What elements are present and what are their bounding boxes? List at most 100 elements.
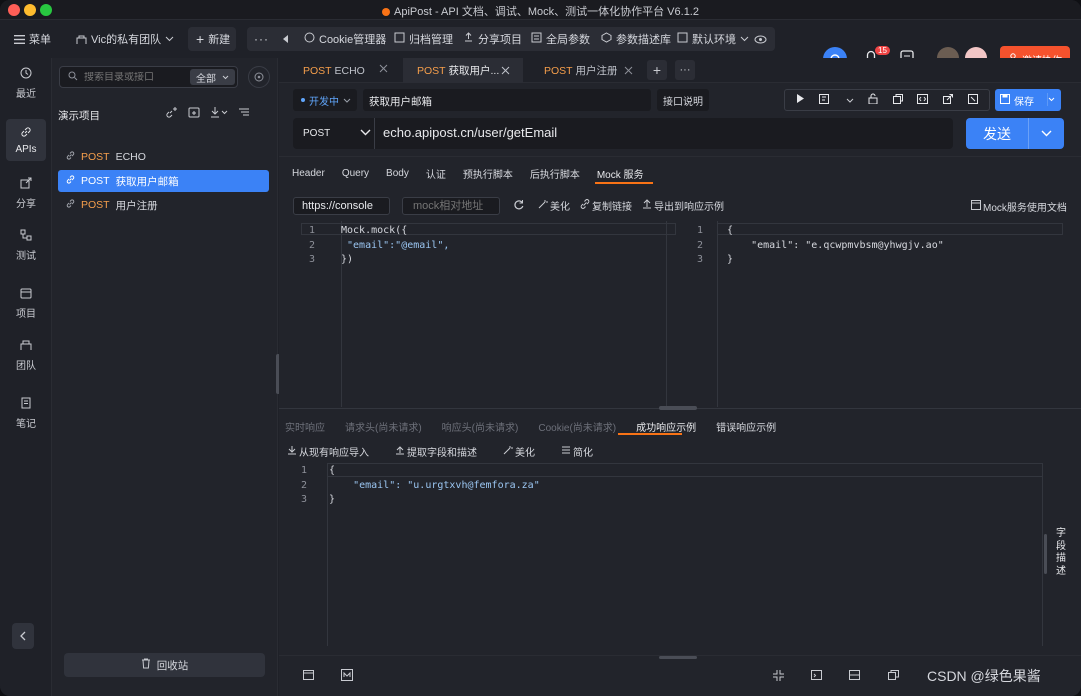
nav-project[interactable]: 项目 — [6, 282, 46, 324]
filter-dropdown[interactable]: 全部 — [190, 69, 235, 85]
nav-apis[interactable]: APIs — [6, 119, 46, 161]
add-api-icon[interactable] — [166, 106, 178, 121]
close-icon[interactable] — [624, 66, 633, 78]
nav-recent[interactable]: 最近 — [6, 62, 46, 104]
window-icon[interactable] — [811, 670, 822, 683]
param-library-button[interactable]: 参数描述库 — [601, 27, 671, 51]
tab-post-script[interactable]: 后执行脚本 — [530, 166, 580, 181]
mock-script-editor[interactable]: 1 Mock.mock({ 2 "email":"@email", 3}) — [301, 221, 676, 407]
param-library-label: 参数描述库 — [616, 34, 671, 46]
save-button[interactable]: 保存 — [995, 89, 1061, 111]
nav-test[interactable]: 测试 — [6, 224, 46, 266]
api-name-input[interactable]: 获取用户邮箱 — [363, 89, 651, 111]
tab-more-button[interactable]: ··· — [675, 60, 695, 80]
markdown-icon[interactable] — [341, 669, 353, 684]
recycle-bin-button[interactable]: 回收站 — [64, 653, 265, 677]
url-input[interactable]: echo.apipost.cn/user/getEmail — [383, 125, 557, 140]
field-panel-handle[interactable] — [1044, 534, 1047, 574]
panel-resize-handle[interactable] — [659, 656, 697, 659]
mock-path-input[interactable] — [402, 197, 500, 215]
tab-echo[interactable]: POST ECHO — [279, 58, 401, 83]
duplicate-icon[interactable] — [888, 670, 899, 683]
sort-icon[interactable] — [238, 106, 250, 121]
archive-button[interactable]: 归档管理 — [394, 27, 453, 51]
cookie-manager-button[interactable]: Cookie管理器 — [304, 27, 386, 51]
import-response-button[interactable]: 从现有响应导入 — [287, 444, 369, 459]
search-input[interactable] — [84, 71, 174, 83]
simplify-button[interactable]: 简化 — [561, 444, 593, 459]
tab-error-example[interactable]: 错误响应示例 — [716, 419, 776, 434]
mock-docs-link[interactable]: Mock服务使用文档 — [971, 199, 1067, 214]
collapse-sidebar-button[interactable] — [12, 623, 34, 649]
console-icon[interactable] — [303, 670, 314, 683]
more-icon[interactable]: ··· — [254, 27, 269, 51]
search-box[interactable]: 全部 — [59, 66, 238, 88]
split-horizontal-icon[interactable] — [849, 670, 860, 683]
field-description-toggle[interactable]: 字段描述 — [1056, 528, 1066, 578]
layout-icon[interactable] — [818, 93, 831, 107]
close-icon[interactable] — [501, 66, 510, 78]
team-selector[interactable]: Vic的私有团队 — [76, 27, 174, 51]
refresh-icon[interactable] — [513, 199, 524, 213]
chevron-down-icon[interactable] — [1046, 93, 1055, 109]
share-project-button[interactable]: 分享项目 — [463, 27, 522, 51]
copy-link-button[interactable]: 复制链接 — [580, 198, 632, 213]
tab-success-example[interactable]: 成功响应示例 — [636, 419, 696, 434]
tab-header[interactable]: Header — [292, 168, 325, 179]
copy-icon[interactable] — [892, 93, 903, 107]
tab-response-headers[interactable]: 响应头(尚未请求) — [442, 419, 519, 434]
tab-query[interactable]: Query — [342, 168, 369, 179]
response-example-editor[interactable]: 1 { 2 "email": "u.urgtxvh@femfora.za" 3} — [293, 463, 1043, 646]
tab-mock-service[interactable]: Mock 服务 — [597, 166, 644, 181]
chevron-down-icon[interactable] — [1029, 130, 1064, 137]
eye-icon[interactable] — [754, 27, 767, 51]
tab-realtime-response[interactable]: 实时响应 — [285, 419, 325, 434]
beautify-response-button[interactable]: 美化 — [503, 444, 535, 459]
expand-icon[interactable] — [967, 93, 978, 107]
response-tabs: 实时响应 请求头(尚未请求) 响应头(尚未请求) Cookie(尚未请求) 成功… — [285, 419, 776, 434]
editor-splitter[interactable] — [666, 221, 667, 407]
new-tab-button[interactable]: + — [647, 60, 667, 80]
lock-icon[interactable] — [868, 93, 878, 107]
send-button[interactable]: 发送 — [966, 118, 1064, 149]
tree-item[interactable]: POST 用户注册 — [58, 194, 269, 216]
nav-notes[interactable]: 笔记 — [6, 392, 46, 434]
export-example-button[interactable]: 导出到响应示例 — [642, 198, 724, 213]
tree-item-selected[interactable]: POST 获取用户邮箱 — [58, 170, 269, 192]
link-icon — [66, 175, 75, 187]
new-button[interactable]: + 新建 — [188, 27, 236, 51]
import-icon[interactable] — [210, 106, 228, 121]
code-line: Mock.mock({ — [341, 225, 408, 236]
environment-selector[interactable]: 默认环境 — [677, 27, 749, 51]
tab-pre-script[interactable]: 预执行脚本 — [463, 166, 513, 181]
extract-fields-button[interactable]: 提取字段和描述 — [395, 444, 477, 459]
status-dropdown[interactable]: 开发中 — [293, 89, 357, 111]
tab-body[interactable]: Body — [386, 168, 409, 179]
nav-team[interactable]: 团队 — [6, 334, 46, 376]
global-params-button[interactable]: 全局参数 — [531, 27, 590, 51]
locate-button[interactable] — [248, 66, 270, 88]
code-line: } — [727, 254, 734, 265]
collapse-panels-icon[interactable] — [773, 670, 784, 684]
scroll-left-icon[interactable] — [283, 27, 289, 51]
tab-cookies[interactable]: Cookie(尚未请求) — [538, 419, 616, 434]
panel-resize-handle[interactable] — [659, 406, 697, 410]
tab-auth[interactable]: 认证 — [426, 166, 446, 181]
tree-item[interactable]: POST ECHO — [58, 146, 269, 168]
nav-share[interactable]: 分享 — [6, 172, 46, 214]
method-select[interactable]: POST — [293, 118, 375, 149]
preview-lines: 1 { 2 "email": "e.qcwpmvbsm@yhwgjv.ao" 3} — [689, 224, 944, 268]
api-doc-button[interactable]: 接口说明 — [657, 89, 709, 111]
close-icon[interactable] — [379, 64, 388, 76]
mock-url-field[interactable]: https://console — [293, 197, 390, 215]
tab-request-headers[interactable]: 请求头(尚未请求) — [345, 419, 422, 434]
tab-get-email[interactable]: POST 获取用户... — [403, 58, 523, 83]
beautify-button[interactable]: 美化 — [538, 198, 570, 213]
code-icon[interactable] — [917, 93, 929, 107]
play-icon[interactable] — [796, 94, 805, 106]
chevron-down-icon[interactable] — [846, 94, 854, 106]
add-folder-icon[interactable] — [188, 106, 200, 121]
tab-register[interactable]: POST 用户注册 — [524, 58, 644, 83]
menu-button[interactable]: 菜单 — [14, 27, 51, 51]
share-icon[interactable] — [943, 93, 954, 107]
